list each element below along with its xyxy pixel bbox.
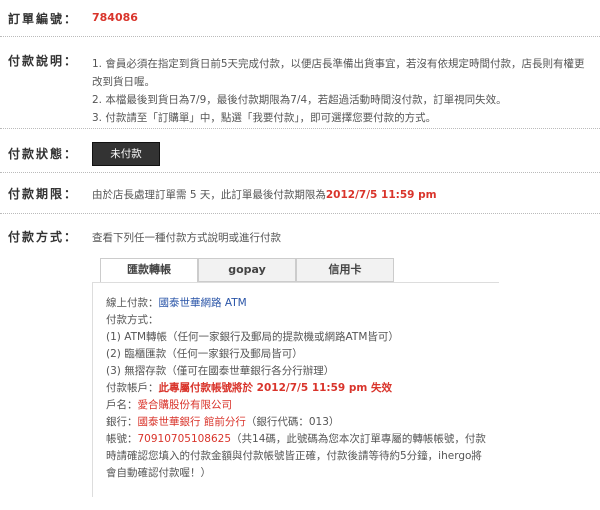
account-expire-notice: 此專屬付款帳號將於 2012/7/5 11:59 pm 失效	[158, 382, 393, 394]
account-name-value: 愛合購股份有限公司	[137, 399, 233, 411]
payment-status-badge: 未付款	[92, 142, 160, 166]
divider	[0, 172, 600, 173]
explanation-item: 3. 付款請至「訂購單」中，點選「我要付款」，即可選擇您要付款的方式。	[92, 112, 437, 124]
tab-bank-transfer[interactable]: 匯款轉帳	[100, 258, 198, 283]
payment-explanation-list: 1. 會員必須在指定到貨日前5天完成付款，以便店長準備出貨事宜，若沒有依規定時間…	[92, 55, 592, 127]
order-number-label: 訂單編號：	[8, 12, 79, 26]
divider	[0, 36, 600, 37]
account-name-label: 戶名：	[106, 399, 138, 411]
payment-method-label: 付款方式：	[8, 230, 79, 244]
payment-deadline-text: 由於店長處理訂單需 5 天，此訂單最後付款期限為2012/7/5 11:59 p…	[92, 187, 437, 202]
divider	[0, 128, 600, 129]
methods-label: 付款方式：	[106, 314, 159, 326]
online-atm-link[interactable]: 國泰世華網路 ATM	[159, 297, 247, 309]
bank-transfer-details: 線上付款：國泰世華網路 ATM 付款方式： (1) ATM轉帳（任何一家銀行及郵…	[106, 295, 486, 482]
order-number-value: 784086	[92, 11, 138, 24]
payment-method-panel-area: 匯款轉帳 gopay 信用卡 線上付款：國泰世華網路 ATM 付款方式： (1)…	[0, 258, 600, 510]
account-number-value: 70910705108625	[137, 433, 232, 445]
account-name-line: 戶名：愛合購股份有限公司	[106, 397, 486, 414]
deadline-datetime: 2012/7/5 11:59 pm	[325, 189, 437, 201]
explanation-item: 2. 本檔最後到貨日為7/9，最後付款期限為7/4，若超過活動時間沒付款，訂單視…	[92, 94, 507, 106]
payment-status-label: 付款狀態：	[8, 147, 79, 161]
account-label: 付款帳戶：	[106, 382, 159, 394]
account-expire-line: 付款帳戶：此專屬付款帳號將於 2012/7/5 11:59 pm 失效	[106, 380, 486, 397]
account-number-line: 帳號：70910705108625（共14碼，此號碼為您本次訂單專屬的轉帳帳號，…	[106, 431, 486, 482]
deadline-prefix: 由於店長處理訂單需 5 天，此訂單最後付款期限為	[92, 189, 326, 201]
bank-code: （銀行代碼：013）	[245, 416, 340, 428]
method-atm: (1) ATM轉帳（任何一家銀行及郵局的提款機或網路ATM皆可）	[106, 331, 399, 343]
payment-deadline-label: 付款期限：	[8, 187, 79, 201]
online-payment-label: 線上付款：	[106, 297, 159, 309]
method-counter: (2) 臨櫃匯款（任何一家銀行及郵局皆可）	[106, 348, 303, 360]
tab-gopay[interactable]: gopay	[198, 258, 296, 282]
method-cardless: (3) 無摺存款（僅可在國泰世華銀行各分行辦理）	[106, 365, 335, 377]
tab-credit-card[interactable]: 信用卡	[296, 258, 394, 282]
payment-explanation-label: 付款說明：	[8, 54, 79, 68]
account-number-label: 帳號：	[106, 433, 138, 445]
bank-label: 銀行：	[106, 416, 138, 428]
bank-line: 銀行：國泰世華銀行 館前分行（銀行代碼：013）	[106, 414, 486, 431]
divider	[0, 213, 600, 214]
bank-transfer-panel: 線上付款：國泰世華網路 ATM 付款方式： (1) ATM轉帳（任何一家銀行及郵…	[92, 282, 499, 497]
bank-value: 國泰世華銀行 館前分行	[137, 416, 246, 428]
payment-method-intro: 查看下列任一種付款方式說明或進行付款	[92, 232, 281, 244]
explanation-item: 1. 會員必須在指定到貨日前5天完成付款，以便店長準備出貨事宜，若沒有依規定時間…	[92, 58, 585, 88]
online-payment-line: 線上付款：國泰世華網路 ATM	[106, 295, 486, 312]
